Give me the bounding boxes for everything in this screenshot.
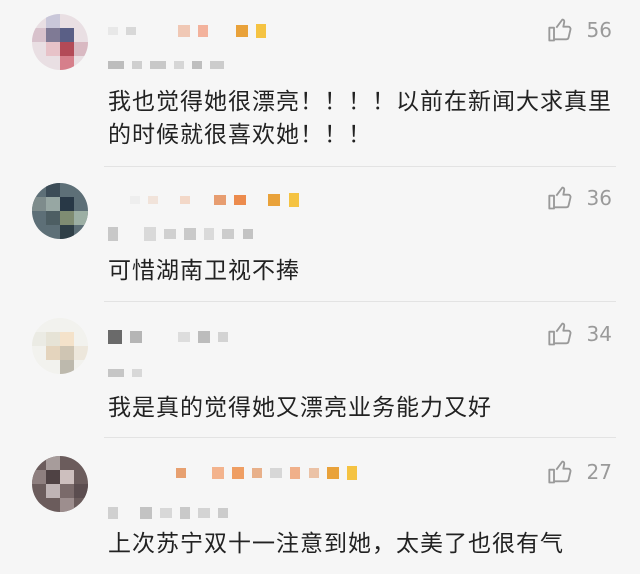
comment-text: 我也觉得她很漂亮！！！！以前在新闻大求真里的时候就很喜欢她！！！	[108, 89, 612, 148]
username-blurred[interactable]	[108, 326, 231, 344]
comment-text: 上次苏宁双十一注意到她，太美了也很有气	[108, 531, 564, 557]
username-blurred[interactable]	[108, 462, 360, 480]
timestamp-blurred	[108, 54, 227, 72]
like-count: 34	[586, 322, 612, 346]
avatar[interactable]	[32, 14, 88, 70]
comment-item: 56 我也觉得她很漂亮！！！！以前在新闻大求真里的时候就很喜欢她！！！	[0, 0, 640, 166]
like-count: 56	[586, 18, 612, 42]
thumbs-up-icon	[547, 186, 571, 210]
thumbs-up-icon	[547, 322, 571, 346]
like-button[interactable]: 34	[547, 318, 612, 350]
like-count: 36	[586, 186, 612, 210]
comment-item: 36 可惜湖南卫视不捧	[0, 167, 640, 301]
username-blurred[interactable]	[108, 20, 269, 38]
avatar[interactable]	[32, 456, 88, 512]
timestamp-blurred	[108, 223, 256, 241]
comment-list: 56 我也觉得她很漂亮！！！！以前在新闻大求真里的时候就很喜欢她！！！ 36 可…	[0, 0, 640, 574]
comment-item: 34 我是真的觉得她又漂亮业务能力又好	[0, 302, 640, 436]
comment-item: 27 上次苏宁双十一注意到她，太美了也很有气	[0, 438, 640, 574]
thumbs-up-icon	[547, 18, 571, 42]
comment-text: 我是真的觉得她又漂亮业务能力又好	[108, 395, 492, 421]
thumbs-up-icon	[547, 460, 571, 484]
timestamp-blurred	[108, 362, 145, 380]
comment-text: 可惜湖南卫视不捧	[108, 258, 300, 284]
like-button[interactable]: 27	[547, 456, 612, 488]
avatar[interactable]	[32, 318, 88, 374]
username-blurred[interactable]	[108, 189, 302, 207]
timestamp-blurred	[108, 502, 231, 520]
like-count: 27	[586, 460, 612, 484]
like-button[interactable]: 36	[547, 182, 612, 214]
avatar[interactable]	[32, 183, 88, 239]
like-button[interactable]: 56	[547, 14, 612, 46]
